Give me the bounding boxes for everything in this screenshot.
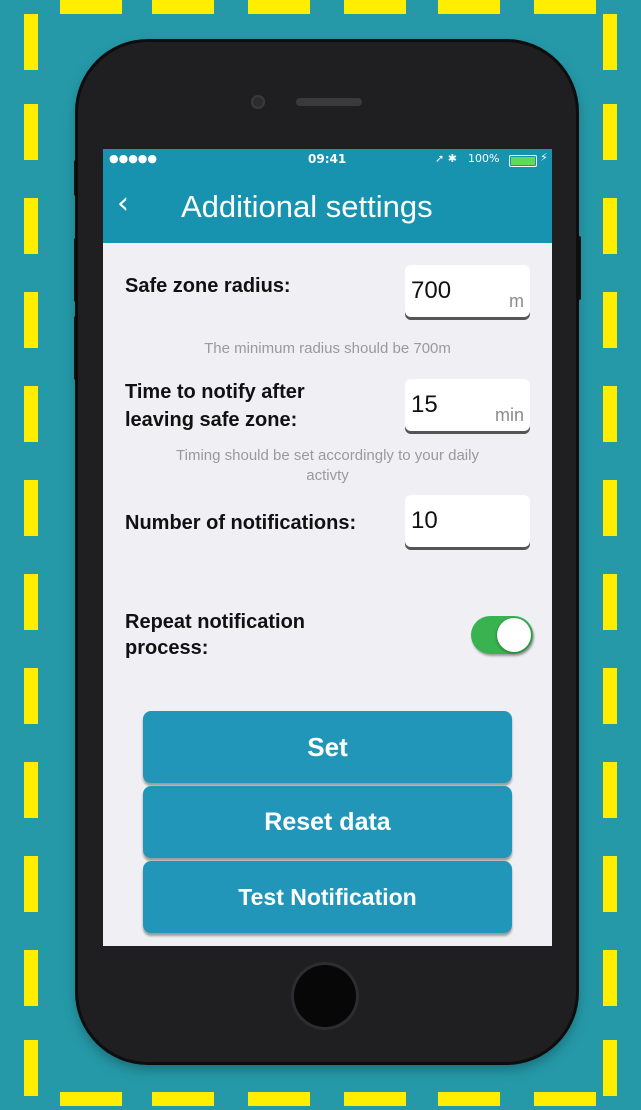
charging-icon: ⚡	[540, 151, 548, 164]
notifications-count-label: Number of notifications:	[125, 512, 357, 534]
frame-dash	[24, 574, 38, 630]
frame-dash	[344, 1092, 406, 1106]
frame-dash	[438, 0, 500, 14]
battery-percent: 100%	[468, 152, 500, 165]
nav-bar: ‹ Additional settings	[103, 171, 552, 243]
safe-zone-radius-value: 700	[411, 277, 452, 304]
notify-time-unit: min	[494, 405, 524, 425]
home-button[interactable]	[294, 965, 356, 1027]
safe-zone-radius-input[interactable]: 700 m	[405, 265, 530, 317]
status-time: 09:41	[308, 152, 347, 166]
safe-zone-radius-unit: m	[509, 291, 524, 311]
earpiece-speaker	[296, 98, 362, 106]
location-bluetooth-icons: ➚ ✱	[435, 152, 457, 165]
safe-zone-hint: The minimum radius should be 700m	[204, 340, 451, 357]
frame-dash	[534, 0, 596, 14]
frame-dash	[24, 856, 38, 912]
page-title: Additional settings	[181, 189, 433, 224]
repeat-notification-toggle[interactable]	[471, 616, 533, 654]
frame-dash	[152, 0, 214, 14]
frame-dash	[603, 198, 617, 254]
frame-dash	[438, 1092, 500, 1106]
frame-dash	[152, 1092, 214, 1106]
notifications-count-value: 10	[411, 507, 438, 534]
frame-dash	[603, 856, 617, 912]
frame-dash	[60, 1092, 122, 1106]
frame-dash	[24, 104, 38, 160]
frame-dash	[603, 480, 617, 536]
signal-indicator: ●●●●●	[109, 152, 157, 165]
frame-dash	[24, 1040, 38, 1096]
frame-dash	[603, 668, 617, 724]
chevron-left-icon[interactable]: ‹	[117, 187, 129, 221]
notify-time-label-line1: Time to notify after	[125, 381, 305, 403]
notify-time-input[interactable]: 15 min	[405, 379, 530, 431]
frame-dash	[248, 1092, 310, 1106]
frame-dash	[603, 1040, 617, 1096]
frame-dash	[603, 574, 617, 630]
notify-time-label-line2: leaving safe zone:	[125, 409, 298, 431]
notify-time-hint-line1: Timing should be set accordingly to your…	[176, 447, 479, 464]
frame-dash	[603, 950, 617, 1006]
set-button[interactable]: Set	[143, 711, 512, 783]
repeat-label-line2: process:	[125, 637, 209, 659]
frame-dash	[24, 386, 38, 442]
safe-zone-radius-label: Safe zone radius:	[125, 275, 291, 297]
frame-dash	[24, 292, 38, 348]
frame-dash	[24, 14, 38, 70]
frame-dash	[24, 762, 38, 818]
frame-dash	[248, 0, 310, 14]
status-bar: ●●●●● 09:41 ➚ ✱ 100% ⚡	[103, 149, 552, 171]
frame-dash	[603, 292, 617, 348]
notify-time-hint-line2: activty	[306, 467, 349, 484]
repeat-label-line1: Repeat notification	[125, 611, 306, 633]
frame-dash	[60, 0, 122, 14]
frame-dash	[603, 104, 617, 160]
test-notification-button[interactable]: Test Notification	[143, 861, 512, 933]
toggle-knob	[497, 618, 531, 652]
frame-dash	[24, 198, 38, 254]
frame-dash	[24, 480, 38, 536]
reset-data-button[interactable]: Reset data	[143, 786, 512, 858]
frame-dash	[603, 386, 617, 442]
notifications-count-input[interactable]: 10	[405, 495, 530, 547]
frame-dash	[603, 14, 617, 70]
frame-dash	[24, 668, 38, 724]
frame-dash	[534, 1092, 596, 1106]
phone-screen: ●●●●● 09:41 ➚ ✱ 100% ⚡ ‹ Additional sett…	[103, 149, 552, 946]
power-button	[576, 236, 581, 300]
frame-dash	[24, 950, 38, 1006]
battery-icon	[509, 155, 537, 167]
frame-dash	[603, 762, 617, 818]
notify-time-value: 15	[411, 391, 438, 418]
frame-dash	[344, 0, 406, 14]
front-camera	[251, 95, 265, 109]
